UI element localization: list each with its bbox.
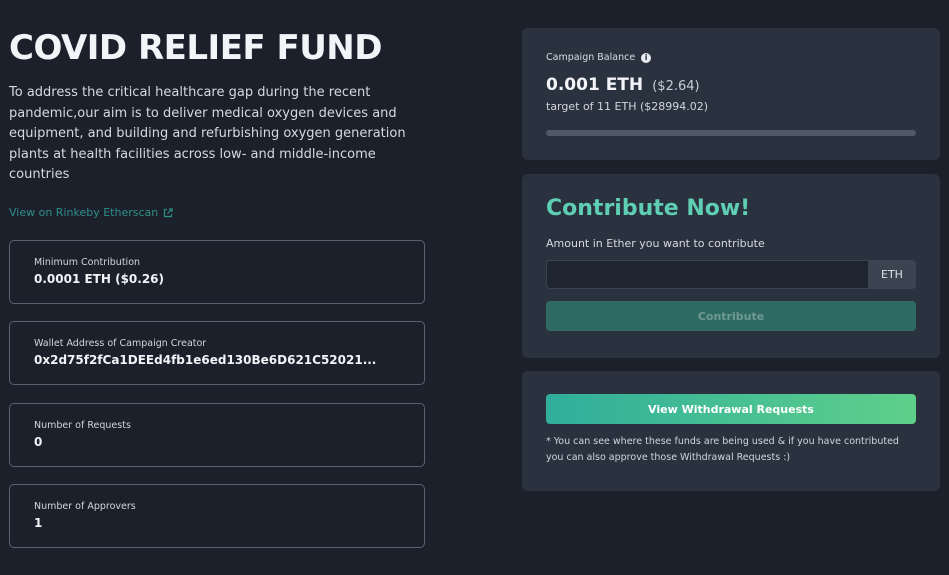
balance-progress-bar: [546, 130, 916, 136]
balance-label: Campaign Balance: [546, 52, 636, 63]
contribute-title: Contribute Now!: [546, 196, 751, 221]
view-withdrawal-requests-button[interactable]: View Withdrawal Requests: [546, 394, 916, 424]
stat-label: Minimum Contribution: [34, 257, 141, 268]
stat-label: Number of Requests: [34, 420, 131, 431]
withdrawal-card: View Withdrawal Requests * You can see w…: [522, 371, 940, 491]
contribute-card: Contribute Now! Amount in Ether you want…: [522, 174, 940, 358]
balance-eth: 0.001 ETH: [546, 75, 644, 95]
stat-value: 0.0001 ETH ($0.26): [34, 272, 165, 286]
amount-label: Amount in Ether you want to contribute: [546, 237, 765, 250]
stat-value: 1: [34, 516, 43, 530]
stat-label: Wallet Address of Campaign Creator: [34, 338, 207, 349]
amount-input-group: ETH: [546, 260, 916, 289]
stat-wallet-address: Wallet Address of Campaign Creator 0x2d7…: [9, 321, 425, 385]
withdrawal-note: * You can see where these funds are bein…: [546, 436, 899, 463]
etherscan-link-label: View on Rinkeby Etherscan: [9, 206, 159, 219]
eth-unit-addon: ETH: [868, 260, 916, 289]
stat-number-of-requests: Number of Requests 0: [9, 403, 425, 467]
stat-label: Number of Approvers: [34, 501, 136, 512]
campaign-balance-card: Campaign Balance i 0.001 ETH ($2.64) tar…: [522, 28, 940, 160]
etherscan-link[interactable]: View on Rinkeby Etherscan: [9, 206, 173, 219]
external-link-icon: [164, 207, 173, 217]
balance-label-row: Campaign Balance i: [546, 52, 916, 63]
page-title: COVID RELIEF FUND: [9, 28, 383, 68]
stat-number-of-approvers: Number of Approvers 1: [9, 484, 425, 548]
stat-minimum-contribution: Minimum Contribution 0.0001 ETH ($0.26): [9, 240, 425, 304]
info-icon[interactable]: i: [641, 52, 652, 63]
amount-input[interactable]: [546, 260, 868, 289]
contribute-button[interactable]: Contribute: [546, 301, 916, 331]
stat-value: 0: [34, 435, 43, 449]
balance-amount: 0.001 ETH ($2.64): [546, 75, 916, 95]
balance-target: target of 11 ETH ($28994.02): [546, 100, 709, 113]
stat-value: 0x2d75f2fCa1DEEd4fb1e6ed130Be6D621C52021…: [34, 353, 377, 367]
campaign-description: To address the critical healthcare gap d…: [9, 85, 406, 182]
balance-usd: ($2.64): [652, 79, 700, 94]
